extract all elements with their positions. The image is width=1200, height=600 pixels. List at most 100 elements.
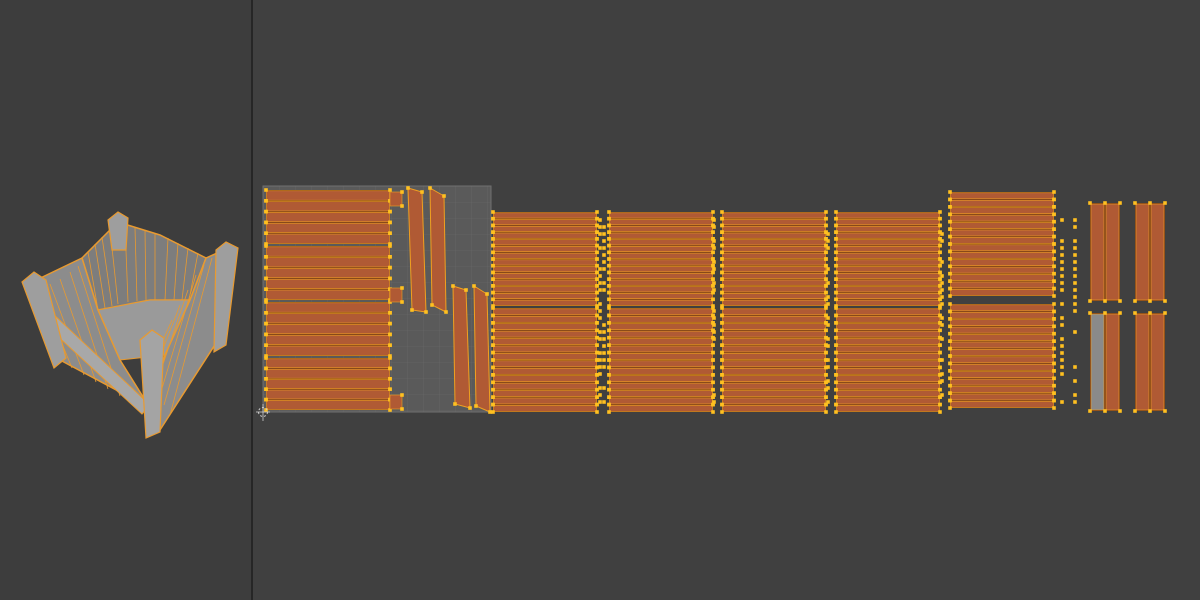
uv-face[interactable] [610,361,713,367]
uv-vertex[interactable] [824,250,828,254]
uv-vertex[interactable] [940,372,944,376]
uv-vertex[interactable] [607,366,611,370]
uv-vertex[interactable] [1060,260,1064,264]
uv-face[interactable] [723,324,826,330]
uv-vertex[interactable] [1073,239,1077,243]
uv-vertex[interactable] [491,358,495,362]
uv-face[interactable] [723,220,826,225]
uv-face[interactable] [610,339,713,345]
uv-face[interactable] [837,398,940,404]
uv-vertex[interactable] [834,291,838,295]
uv-vertex[interactable] [940,281,944,285]
uv-vertex[interactable] [595,297,599,301]
uv-vertex[interactable] [826,400,830,404]
uv-vertex[interactable] [948,354,952,358]
uv-vertex[interactable] [948,190,952,194]
uv-face[interactable] [267,212,390,221]
uv-face[interactable] [837,353,940,359]
uv-face[interactable] [267,258,390,267]
uv-vertex[interactable] [720,284,724,288]
uv-vertex[interactable] [1052,369,1056,373]
uv-vertex[interactable] [491,366,495,370]
uv-face[interactable] [267,400,390,409]
uv-face[interactable] [610,376,713,382]
uv-vertex[interactable] [264,333,268,337]
uv-vertex[interactable] [940,302,944,306]
uv-face[interactable] [951,387,1054,393]
uv-vertex[interactable] [834,388,838,392]
uv-vertex[interactable] [1073,400,1077,404]
uv-face[interactable] [951,305,1054,311]
uv-face[interactable] [267,234,390,243]
uv-vertex[interactable] [607,373,611,377]
uv-face[interactable] [494,226,597,231]
uv-vertex[interactable] [938,210,942,214]
uv-vertex[interactable] [948,347,952,351]
uv-vertex[interactable] [834,321,838,325]
uv-vertex[interactable] [388,255,392,259]
uv-face[interactable] [494,324,597,330]
uv-vertex[interactable] [834,217,838,221]
uv-face[interactable] [494,398,597,404]
uv-face[interactable] [610,260,713,265]
uv-vertex[interactable] [607,343,611,347]
uv-face[interactable] [723,346,826,352]
uv-vertex[interactable] [1060,246,1064,250]
uv-vertex[interactable] [491,284,495,288]
uv-face[interactable] [723,376,826,382]
uv-face[interactable] [494,280,597,285]
uv-vertex[interactable] [1118,311,1122,315]
uv-vertex[interactable] [491,250,495,254]
uv-vertex[interactable] [1052,384,1056,388]
uv-face[interactable] [837,405,940,411]
uv-vertex[interactable] [938,351,942,355]
uv-island-floor-a[interactable] [266,190,390,244]
uv-face[interactable] [494,240,597,245]
uv-vertex[interactable] [938,277,942,281]
uv-vertex[interactable] [938,366,942,370]
uv-vertex[interactable] [607,284,611,288]
uv-vertex[interactable] [826,239,830,243]
uv-vertex[interactable] [1103,311,1107,315]
uv-vertex[interactable] [1060,253,1064,257]
uv-vertex[interactable] [595,410,599,414]
uv-vertex[interactable] [711,366,715,370]
uv-face[interactable] [723,273,826,278]
uv-face[interactable] [837,316,940,322]
uv-stub[interactable] [390,288,402,302]
uv-face[interactable] [494,287,597,292]
uv-vertex[interactable] [938,250,942,254]
uv-vertex[interactable] [712,393,716,397]
uv-face[interactable] [951,245,1054,251]
uv-vertex[interactable] [1052,205,1056,209]
uv-face[interactable] [951,401,1054,407]
uv-vertex[interactable] [598,351,602,355]
uv-vertex[interactable] [711,358,715,362]
uv-vertex[interactable] [264,322,268,326]
uv-vertex[interactable] [1052,220,1056,224]
uv-face[interactable] [267,369,390,378]
uv-face[interactable] [494,391,597,397]
uv-vertex[interactable] [400,204,404,208]
uv-face[interactable] [267,303,390,312]
uv-face[interactable] [837,273,940,278]
uv-vertex[interactable] [474,404,478,408]
uv-vertex[interactable] [602,225,606,229]
uv-vertex[interactable] [948,399,952,403]
uv-vertex[interactable] [938,217,942,221]
uv-vertex[interactable] [720,336,724,340]
uv-face[interactable] [494,405,597,411]
uv-vertex[interactable] [824,271,828,275]
uv-vertex[interactable] [948,310,952,314]
uv-vertex[interactable] [826,358,830,362]
uv-vertex[interactable] [602,337,606,341]
uv-vertex[interactable] [1060,344,1064,348]
uv-vertex[interactable] [1073,393,1077,397]
uv-vertex[interactable] [948,332,952,336]
uv-face[interactable] [610,353,713,359]
uv-vertex[interactable] [720,257,724,261]
uv-vertex[interactable] [1060,239,1064,243]
uv-vertex[interactable] [720,291,724,295]
uv-vertex[interactable] [491,388,495,392]
uv-vertex[interactable] [595,380,599,384]
